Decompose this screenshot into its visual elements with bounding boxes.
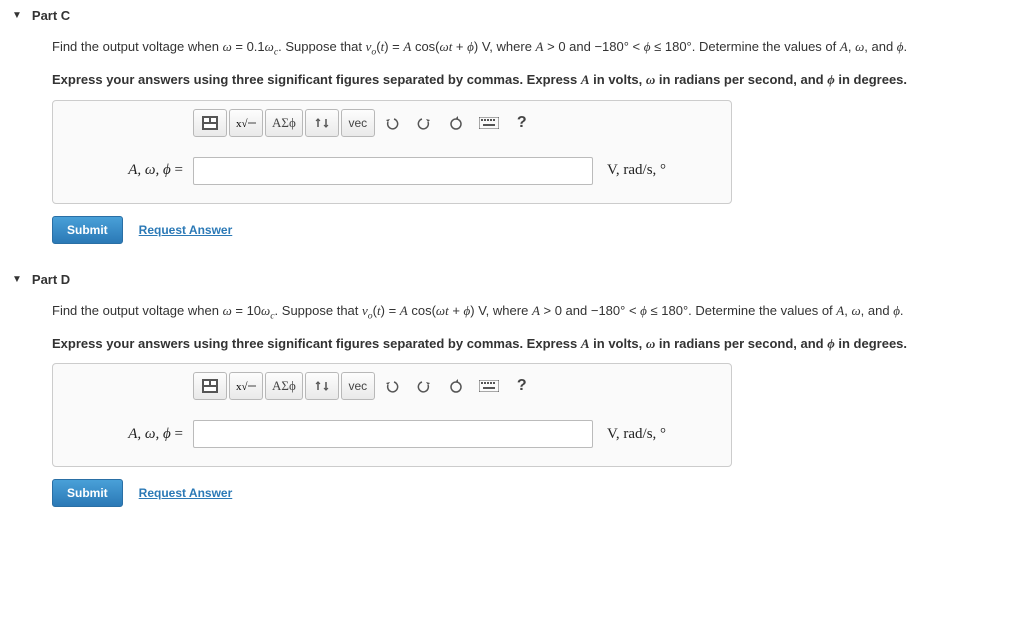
- part-title: Part C: [32, 8, 70, 23]
- svg-text:x√: x√: [236, 381, 249, 393]
- answer-input[interactable]: [193, 157, 593, 185]
- answer-box: x√ ΑΣϕ vec ? A, ω, ϕ = V, rad/s, °: [52, 100, 732, 204]
- redo-button[interactable]: [409, 372, 439, 400]
- variable-label: A, ω, ϕ =: [65, 426, 183, 443]
- radical-fraction-button[interactable]: x√: [229, 372, 263, 400]
- help-button[interactable]: ?: [507, 109, 537, 137]
- subscript-superscript-button[interactable]: [305, 372, 339, 400]
- units-label: V, rad/s, °: [603, 426, 666, 443]
- greek-button[interactable]: ΑΣϕ: [265, 372, 303, 400]
- instruction-text: Express your answers using three signifi…: [52, 70, 1012, 90]
- part-block: ▼ Part C Find the output voltage when ω …: [12, 8, 1012, 244]
- equation-toolbar: x√ ΑΣϕ vec ?: [53, 364, 731, 406]
- disclosure-icon[interactable]: ▼: [12, 10, 22, 21]
- redo-button[interactable]: [409, 109, 439, 137]
- equation-toolbar: x√ ΑΣϕ vec ?: [53, 101, 731, 143]
- template-button[interactable]: [193, 109, 227, 137]
- instruction-text: Express your answers using three signifi…: [52, 334, 1012, 354]
- undo-button[interactable]: [377, 109, 407, 137]
- radical-fraction-button[interactable]: x√: [229, 109, 263, 137]
- answer-input[interactable]: [193, 420, 593, 448]
- keyboard-button[interactable]: [473, 372, 505, 400]
- reset-button[interactable]: [441, 109, 471, 137]
- subscript-superscript-button[interactable]: [305, 109, 339, 137]
- units-label: V, rad/s, °: [603, 162, 666, 179]
- keyboard-button[interactable]: [473, 109, 505, 137]
- answer-box: x√ ΑΣϕ vec ? A, ω, ϕ = V, rad/s, °: [52, 363, 732, 467]
- prompt-text: Find the output voltage when ω = 10ωc. S…: [52, 301, 1012, 324]
- part-block: ▼ Part D Find the output voltage when ω …: [12, 272, 1012, 508]
- undo-button[interactable]: [377, 372, 407, 400]
- part-title: Part D: [32, 272, 70, 287]
- disclosure-icon[interactable]: ▼: [12, 274, 22, 285]
- variable-label: A, ω, ϕ =: [65, 162, 183, 179]
- template-button[interactable]: [193, 372, 227, 400]
- submit-button[interactable]: Submit: [52, 216, 123, 244]
- prompt-text: Find the output voltage when ω = 0.1ωc. …: [52, 37, 1012, 60]
- greek-button[interactable]: ΑΣϕ: [265, 109, 303, 137]
- vec-button[interactable]: vec: [341, 109, 375, 137]
- help-button[interactable]: ?: [507, 372, 537, 400]
- submit-button[interactable]: Submit: [52, 479, 123, 507]
- request-answer-link[interactable]: Request Answer: [139, 486, 233, 500]
- request-answer-link[interactable]: Request Answer: [139, 223, 233, 237]
- svg-text:x√: x√: [236, 118, 249, 130]
- reset-button[interactable]: [441, 372, 471, 400]
- vec-button[interactable]: vec: [341, 372, 375, 400]
